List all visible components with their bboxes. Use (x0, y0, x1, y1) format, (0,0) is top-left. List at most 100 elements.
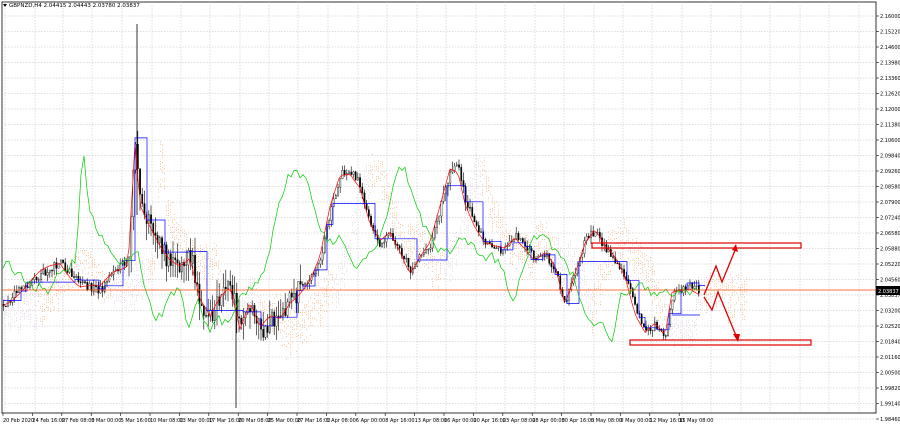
candle-body (381, 243, 383, 247)
cloud-dot (648, 260, 649, 262)
cloud-dot (410, 246, 411, 247)
cloud-dot (510, 235, 511, 237)
cloud-dot (698, 302, 699, 304)
cloud-dot (280, 329, 281, 331)
cloud-dot (512, 254, 513, 255)
cloud-dot (710, 282, 711, 284)
cloud-dot (378, 168, 379, 170)
cloud-dot (408, 248, 409, 249)
candle-body (191, 255, 194, 264)
support-zone-box[interactable] (629, 339, 812, 346)
cloud-dot (300, 334, 301, 336)
cloud-dot (370, 169, 371, 171)
cloud-dot (312, 307, 313, 309)
chart-window[interactable]: 2.16000 2.15220 2.14600 2.13980 2.13360 2.126… (0, 0, 900, 429)
candle-body (73, 276, 75, 278)
cloud-dot (44, 318, 45, 320)
cloud-dot (6, 312, 7, 313)
cloud-dot (520, 236, 521, 237)
time-tick-label: 1 Apr 08:00 (326, 418, 355, 424)
cloud-dot (508, 237, 509, 239)
cloud-dot (690, 346, 691, 347)
cloud-dot (160, 143, 161, 145)
cloud-dot (132, 268, 133, 270)
cloud-dot (606, 274, 607, 275)
cloud-dot (134, 301, 135, 303)
cloud-dot (600, 301, 601, 303)
cloud-dot (174, 214, 175, 215)
cloud-dot (294, 311, 295, 313)
cloud-dot (460, 217, 461, 219)
cloud-dot (102, 281, 103, 282)
cloud-dot (450, 240, 451, 242)
cloud-dot (196, 271, 197, 273)
cloud-dot (734, 308, 735, 310)
cloud-dot (196, 266, 197, 268)
cloud-dot (704, 281, 705, 283)
cloud-dot (672, 338, 673, 340)
cloud-dot (344, 253, 345, 255)
cloud-dot (556, 236, 557, 238)
cloud-dot (438, 279, 439, 281)
cloud-dot (620, 245, 621, 247)
price-axis[interactable]: 2.160002.152202.146002.139802.133602.126… (876, 14, 900, 423)
cloud-dot (270, 314, 271, 315)
candle-body (92, 285, 95, 292)
cloud-dot (284, 326, 285, 328)
cloud-dot (152, 258, 153, 260)
cloud-dot (124, 291, 125, 293)
cloud-dot (674, 341, 675, 343)
cloud-dot (142, 268, 143, 270)
cloud-dot (658, 305, 659, 306)
time-axis[interactable]: 20 Feb 202024 Feb 16:0027 Feb 08:003 Mar… (2, 413, 713, 424)
cloud-dot (674, 326, 675, 328)
chart-canvas[interactable]: 2.160002.152202.146002.139802.133602.126… (0, 0, 900, 429)
cloud-dot (124, 279, 125, 281)
cloud-dot (120, 290, 121, 292)
cloud-dot (320, 310, 321, 311)
candle-body (407, 257, 410, 268)
cloud-dot (718, 288, 719, 290)
candle-body (497, 246, 500, 249)
cloud-dot (384, 199, 385, 200)
cloud-dot (324, 293, 325, 295)
cloud-dot (742, 304, 743, 306)
cloud-dot (150, 268, 151, 270)
cloud-dot (372, 169, 373, 170)
cloud-dot (580, 254, 581, 256)
cloud-dot (44, 311, 45, 313)
cloud-dot (584, 281, 585, 282)
cloud-dot (200, 265, 201, 267)
cloud-dot (492, 210, 493, 212)
cloud-dot (696, 306, 697, 308)
cloud-dot (282, 317, 283, 319)
cloud-dot (126, 282, 127, 284)
resistance-zone-box[interactable] (591, 242, 802, 249)
cloud-dot (640, 273, 641, 274)
cloud-dot (724, 298, 725, 300)
cloud-dot (216, 252, 217, 254)
cloud-dot (550, 240, 551, 242)
cloud-dot (86, 260, 87, 261)
cloud-dot (570, 260, 571, 261)
cloud-dot (326, 285, 327, 287)
cloud-dot (654, 271, 655, 272)
cloud-dot (162, 179, 163, 181)
cloud-dot (666, 303, 667, 305)
cloud-dot (218, 268, 219, 270)
chart-menu-triangle-icon[interactable] (3, 4, 7, 7)
cloud-dot (46, 294, 47, 296)
cloud-dot (540, 226, 541, 227)
cloud-dot (144, 283, 145, 284)
cloud-dot (592, 296, 593, 298)
cloud-dot (262, 307, 263, 309)
time-tick-label: 17 Mar 16:00 (209, 418, 242, 424)
cloud-dot (624, 219, 625, 221)
cloud-dot (412, 229, 413, 231)
cloud-dot (666, 316, 667, 318)
cloud-dot (436, 274, 437, 276)
cloud-dot (208, 253, 209, 254)
cloud-dot (512, 251, 513, 253)
cloud-dot (484, 157, 485, 159)
cloud-dot (608, 231, 609, 233)
